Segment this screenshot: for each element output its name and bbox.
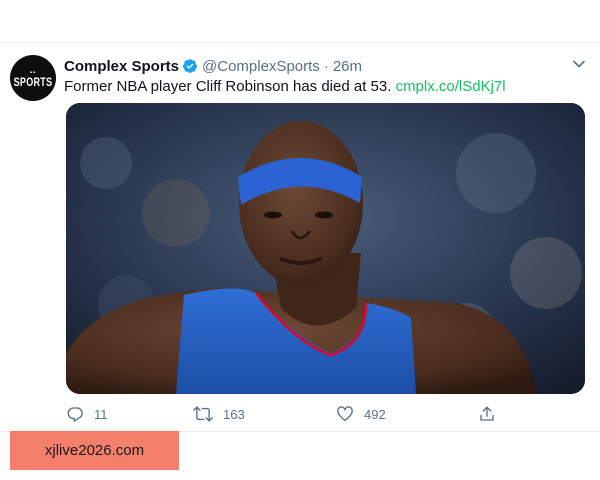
tweet-text-content: Former NBA player Cliff Robinson has die… [64, 78, 392, 95]
display-name[interactable]: Complex Sports [64, 58, 179, 75]
avatar-logo-word: SPORTS [13, 75, 53, 88]
tweet-link[interactable]: cmplx.co/lSdKj7l [396, 78, 506, 95]
share-icon [480, 406, 494, 421]
reply-icon [67, 407, 83, 422]
tweet-actions: 11 163 492 [66, 403, 496, 425]
retweet-count: 163 [223, 406, 245, 422]
separator-dot: · [323, 57, 329, 75]
chevron-down-icon [573, 60, 585, 68]
avatar[interactable]: ▪▪ SPORTS [10, 55, 56, 101]
like-count: 492 [364, 406, 386, 422]
handle[interactable]: @ComplexSports [202, 58, 320, 75]
more-options-chevron-down-icon[interactable] [572, 57, 586, 71]
player-photo-icon [66, 103, 585, 394]
verified-badge-icon [183, 59, 198, 73]
reply-count: 11 [94, 406, 108, 422]
tweet-card[interactable]: ▪▪ SPORTS Complex Sports @ComplexSports … [0, 42, 600, 432]
share-button[interactable] [478, 403, 506, 425]
tweet-media-photo[interactable] [66, 103, 585, 394]
retweet-button[interactable]: 163 [193, 403, 245, 425]
tweet-header: Complex Sports @ComplexSports · 26m [64, 56, 362, 76]
watermark-text: xjlive2026.com [44, 442, 145, 459]
reply-button[interactable]: 11 [66, 403, 108, 425]
timestamp[interactable]: 26m [333, 58, 362, 75]
heart-icon [337, 406, 353, 422]
retweet-icon [193, 406, 213, 422]
tweet-text: Former NBA player Cliff Robinson has die… [64, 78, 506, 95]
like-button[interactable]: 492 [336, 403, 386, 425]
watermark-banner: xjlive2026.com [10, 431, 179, 470]
